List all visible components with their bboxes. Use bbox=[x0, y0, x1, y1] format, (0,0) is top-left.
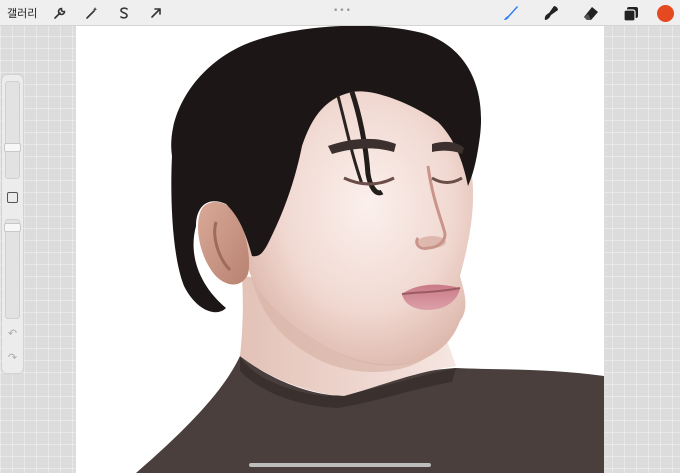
modify-button[interactable] bbox=[7, 192, 18, 203]
magic-wand-icon[interactable] bbox=[81, 2, 103, 24]
selection-s-icon[interactable] bbox=[113, 2, 135, 24]
brush-size-slider[interactable] bbox=[5, 81, 20, 179]
drawing-canvas[interactable] bbox=[76, 26, 604, 473]
top-toolbar: 갤러리 ••• bbox=[0, 0, 680, 26]
transform-arrow-icon[interactable] bbox=[145, 2, 167, 24]
undo-icon[interactable]: ↶ bbox=[6, 327, 19, 340]
left-sidebar: ↶ ↷ bbox=[2, 75, 23, 373]
eraser-icon[interactable] bbox=[579, 2, 603, 24]
wrench-icon[interactable] bbox=[49, 2, 71, 24]
gallery-button[interactable]: 갤러리 bbox=[7, 5, 37, 21]
brush-icon[interactable] bbox=[499, 2, 523, 24]
smudge-icon[interactable] bbox=[539, 2, 563, 24]
layers-icon[interactable] bbox=[619, 2, 643, 24]
opacity-slider[interactable] bbox=[5, 219, 20, 319]
grabber-dots[interactable]: ••• bbox=[333, 6, 352, 16]
home-indicator bbox=[249, 463, 431, 467]
brush-size-thumb[interactable] bbox=[4, 143, 21, 152]
color-picker-button[interactable] bbox=[657, 4, 674, 22]
portrait-artwork bbox=[136, 26, 604, 473]
opacity-thumb[interactable] bbox=[4, 223, 21, 232]
redo-icon[interactable]: ↷ bbox=[6, 351, 19, 364]
right-tool-group bbox=[483, 2, 674, 24]
